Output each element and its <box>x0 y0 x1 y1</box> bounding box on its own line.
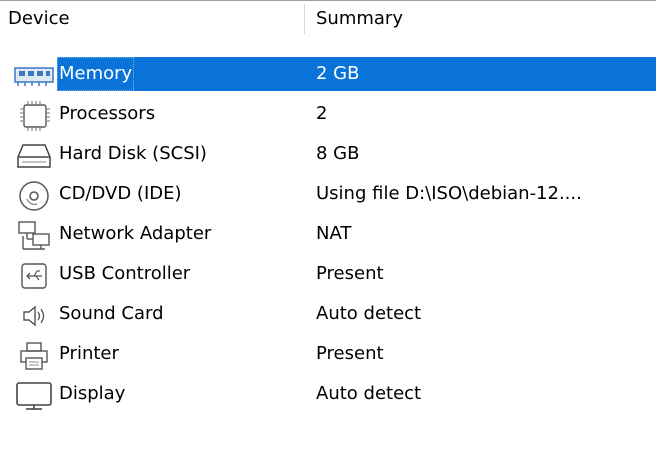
monitor-icon <box>12 379 56 413</box>
device-row-network-adapter[interactable]: Network Adapter NAT <box>0 217 656 257</box>
device-row-usb-controller[interactable]: USB Controller Present <box>0 257 656 297</box>
device-summary: Using file D:\ISO\debian-12.... <box>316 183 582 204</box>
column-separator[interactable] <box>304 4 305 34</box>
speaker-icon <box>12 299 56 333</box>
summary-column-header[interactable]: Summary <box>316 1 403 37</box>
device-name: CD/DVD (IDE) <box>59 183 182 204</box>
device-summary: Auto detect <box>316 383 422 404</box>
device-summary: 2 GB <box>316 63 360 84</box>
processor-icon <box>12 99 56 133</box>
device-name: Network Adapter <box>59 223 212 244</box>
network-adapter-icon <box>12 219 56 253</box>
device-summary: Present <box>316 263 384 284</box>
device-row-hard-disk[interactable]: Hard Disk (SCSI) 8 GB <box>0 137 656 177</box>
device-name: Processors <box>59 103 156 124</box>
device-summary: Auto detect <box>316 303 422 324</box>
device-row-printer[interactable]: Printer Present <box>0 337 656 377</box>
device-row-memory[interactable]: Memory 2 GB <box>0 57 656 97</box>
device-name: Memory <box>57 57 135 91</box>
device-row-processors[interactable]: Processors 2 <box>0 97 656 137</box>
device-summary: NAT <box>316 223 352 244</box>
device-list-header: Device Summary <box>0 1 656 37</box>
device-name: Sound Card <box>59 303 164 324</box>
device-summary: 2 <box>316 103 328 124</box>
device-row-cd-dvd[interactable]: CD/DVD (IDE) Using file D:\ISO\debian-12… <box>0 177 656 217</box>
cd-dvd-icon <box>12 179 56 213</box>
device-name: Hard Disk (SCSI) <box>59 143 207 164</box>
hard-disk-icon <box>12 139 56 173</box>
device-name: Display <box>59 383 126 404</box>
device-row-display[interactable]: Display Auto detect <box>0 377 656 417</box>
device-summary: Present <box>316 343 384 364</box>
memory-icon <box>12 59 56 93</box>
device-row-sound-card[interactable]: Sound Card Auto detect <box>0 297 656 337</box>
device-column-header[interactable]: Device <box>8 1 70 37</box>
device-name: USB Controller <box>59 263 191 284</box>
device-summary: 8 GB <box>316 143 360 164</box>
device-name: Printer <box>59 343 119 364</box>
printer-icon <box>12 339 56 373</box>
device-list: Memory 2 GB Processors 2 Hard Disk (SCSI… <box>0 57 656 417</box>
usb-icon <box>12 259 56 293</box>
